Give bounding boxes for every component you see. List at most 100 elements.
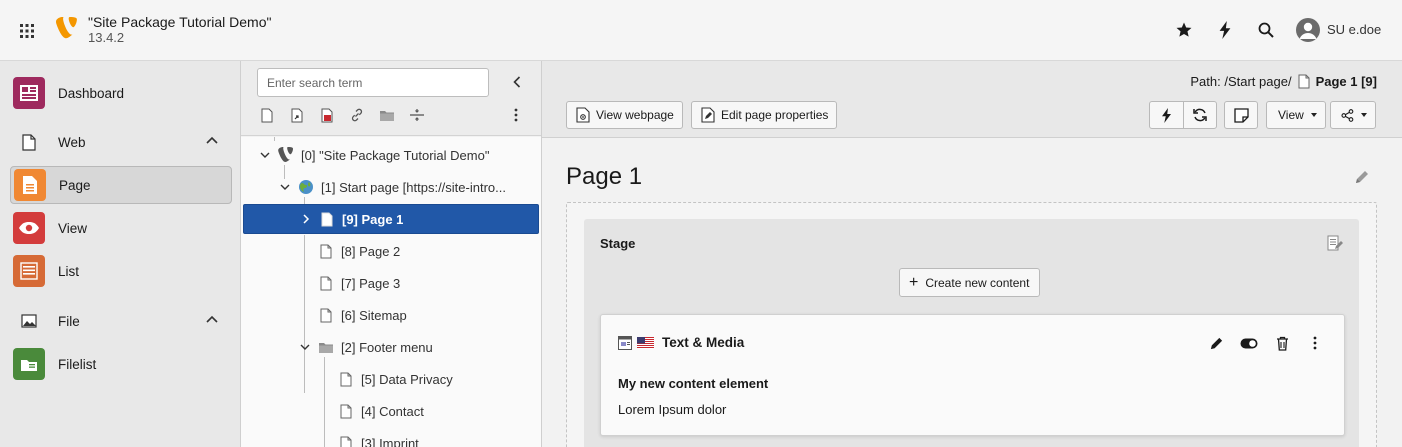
note-button[interactable] (1224, 101, 1258, 129)
edit-page-properties-label: Edit page properties (721, 108, 829, 122)
tree-node-contact[interactable]: [4] Contact (338, 396, 424, 426)
tree-node-label: [8] Page 2 (341, 243, 401, 259)
caret-down-icon (1310, 113, 1317, 117)
module-filelist-label: Filelist (58, 356, 97, 372)
tree-node-label: [0] "Site Package Tutorial Demo" (301, 147, 490, 163)
chevron-left-icon[interactable] (509, 74, 525, 90)
clear-cache-lightning-icon[interactable] (1150, 102, 1183, 128)
top-bar: "Site Package Tutorial Demo" 13.4.2 SU e… (0, 0, 1402, 61)
doc-header: Path: /Start page/ Page 1 [9] View webpa… (542, 61, 1402, 138)
content-element-heading: My new content element (618, 376, 769, 391)
view-webpage-button[interactable]: View webpage (566, 101, 683, 129)
chevron-down-icon[interactable] (258, 148, 272, 162)
column-stage: Stage + Create new content Text & Media (584, 219, 1359, 447)
image-icon (13, 309, 45, 333)
tree-node-label: [2] Footer menu (341, 339, 433, 355)
module-view[interactable]: View (10, 209, 232, 247)
create-new-content-button[interactable]: + Create new content (899, 268, 1041, 297)
link-icon[interactable] (347, 106, 367, 124)
tree-node-start-page[interactable]: [1] Start page [https://site-intro... (278, 172, 506, 202)
tree-node-label: [3] Imprint (361, 435, 419, 447)
tree-node-sitemap[interactable]: [6] Sitemap (318, 300, 407, 330)
view-dropdown[interactable]: View (1266, 101, 1326, 129)
tree-node-page-1[interactable]: [9] Page 1 (243, 204, 539, 234)
chevron-down-icon[interactable] (278, 180, 292, 194)
share-dropdown[interactable] (1330, 101, 1376, 129)
page-tree-panel: [0] "Site Package Tutorial Demo" [1] Sta… (241, 61, 542, 447)
tree-search-input[interactable] (257, 68, 489, 97)
trash-icon[interactable] (1271, 333, 1293, 353)
tree-node-page-2[interactable]: [8] Page 2 (318, 236, 400, 266)
refresh-icon[interactable] (1183, 102, 1216, 128)
page-icon (318, 274, 334, 292)
content-element-header: Text & Media (618, 335, 744, 350)
page-tree: [0] "Site Package Tutorial Demo" [1] Sta… (241, 137, 541, 447)
edit-page-properties-button[interactable]: Edit page properties (691, 101, 838, 129)
avatar[interactable] (1296, 18, 1320, 42)
module-page-label: Page (59, 177, 91, 193)
site-version: 13.4.2 (88, 30, 125, 45)
page-icon (318, 242, 334, 260)
toggle-visibility-icon[interactable] (1238, 333, 1260, 353)
share-icon (1341, 108, 1354, 122)
lightning-icon[interactable] (1214, 19, 1236, 41)
page-title: Page 1 (566, 163, 643, 190)
tree-node-imprint[interactable]: [3] Imprint (338, 428, 419, 447)
folder-icon (318, 338, 334, 356)
path-prefix: Path: /Start page/ (1190, 74, 1292, 89)
tree-node-footer-menu[interactable]: [2] Footer menu (298, 332, 433, 362)
module-list-label: List (58, 263, 80, 279)
pencil-icon[interactable] (1354, 169, 1370, 188)
app-grid-icon[interactable] (14, 18, 40, 44)
tree-node-data-privacy[interactable]: [5] Data Privacy (338, 364, 453, 394)
tree-node-label: [1] Start page [https://site-intro... (321, 179, 506, 195)
globe-icon (298, 178, 314, 196)
typo3-logo-icon[interactable] (55, 16, 78, 41)
module-filelist[interactable]: Filelist (10, 345, 232, 383)
create-new-content-label: Create new content (925, 275, 1030, 290)
column-title: Stage (600, 236, 636, 251)
chevron-down-icon[interactable] (298, 340, 312, 354)
page-layout-grid: Stage + Create new content Text & Media (566, 202, 1377, 447)
filelist-icon (13, 348, 45, 380)
user-name[interactable]: SU e.doe (1327, 22, 1381, 37)
edit-page-icon (700, 107, 716, 123)
content-element-card: Text & Media My new content element Lore… (600, 314, 1345, 436)
tree-toolbar (241, 61, 541, 136)
module-group-web[interactable]: Web (10, 127, 232, 157)
sticky-note-icon (1233, 107, 1249, 123)
chevron-right-icon[interactable] (299, 212, 313, 226)
view-webpage-label: View webpage (596, 108, 674, 122)
page-icon (338, 402, 354, 420)
module-group-web-label: Web (58, 134, 86, 150)
page-icon (1298, 74, 1310, 89)
module-group-file[interactable]: File (10, 306, 232, 336)
folder-icon[interactable] (377, 106, 397, 124)
tree-node-label: [5] Data Privacy (361, 371, 453, 387)
more-vertical-icon[interactable] (1304, 333, 1326, 353)
page-icon (319, 210, 335, 228)
new-page-icon[interactable] (257, 106, 277, 124)
more-vertical-icon[interactable] (506, 106, 526, 124)
tree-node-page-3[interactable]: [7] Page 3 (318, 268, 400, 298)
module-dashboard[interactable]: Dashboard (10, 74, 232, 112)
path-title: Page 1 [9] (1315, 74, 1377, 89)
module-page[interactable]: Page (10, 166, 232, 204)
edit-column-icon[interactable] (1327, 235, 1343, 254)
module-list[interactable]: List (10, 252, 232, 290)
tree-node-root[interactable]: [0] "Site Package Tutorial Demo" (258, 140, 489, 170)
list-icon (13, 255, 45, 287)
pencil-icon[interactable] (1205, 333, 1227, 353)
page-icon (318, 306, 334, 324)
star-icon[interactable] (1173, 19, 1195, 41)
new-shortcut-page-icon[interactable] (287, 106, 307, 124)
module-view-label: View (58, 220, 88, 236)
search-icon[interactable] (1255, 19, 1277, 41)
chevron-up-icon (206, 136, 218, 144)
new-mountpoint-icon[interactable] (317, 106, 337, 124)
dashboard-icon (13, 77, 45, 109)
tree-node-label: [9] Page 1 (342, 211, 404, 227)
textmedia-type-icon (618, 335, 632, 350)
divider-icon[interactable] (407, 106, 427, 124)
module-dashboard-label: Dashboard (58, 85, 125, 101)
